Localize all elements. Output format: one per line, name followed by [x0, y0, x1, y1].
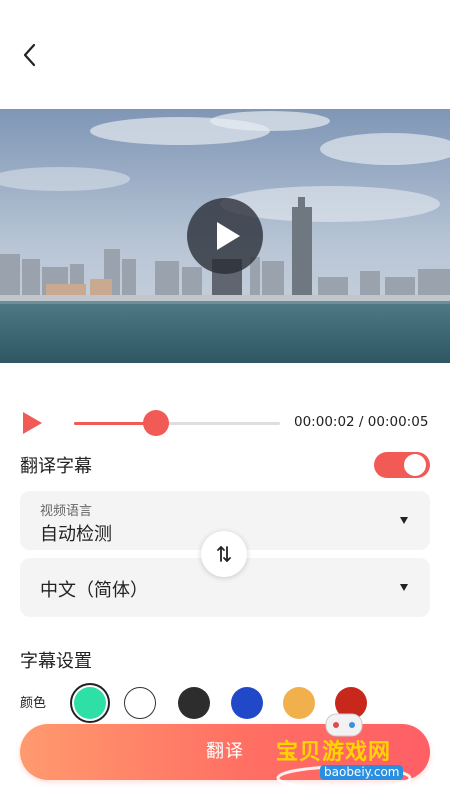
- subtitle-settings-title: 字幕设置: [20, 651, 92, 672]
- color-swatch-white[interactable]: [124, 687, 156, 719]
- back-button[interactable]: [14, 36, 48, 74]
- play-icon: [23, 412, 42, 434]
- video-play-button[interactable]: [187, 198, 263, 274]
- watermark-url: baobeiy.com: [320, 765, 404, 780]
- chevron-left-icon: [23, 43, 36, 67]
- play-icon: [217, 222, 240, 250]
- translate-subtitle-title: 翻译字幕: [20, 456, 92, 477]
- time-readout: 00:00:02 / 00:00:05: [294, 414, 428, 430]
- target-language-value: 中文（简体）: [40, 580, 148, 601]
- source-language-label: 视频语言: [40, 504, 93, 519]
- swap-vertical-icon: [217, 546, 231, 562]
- caret-down-icon: [400, 517, 408, 524]
- color-swatch-black[interactable]: [178, 687, 210, 719]
- swap-languages-button[interactable]: [201, 531, 247, 577]
- watermark-text: 宝贝游戏网: [276, 740, 392, 765]
- color-swatch-green[interactable]: [74, 687, 106, 719]
- color-swatch-blue[interactable]: [231, 687, 263, 719]
- caret-down-icon: [400, 584, 408, 591]
- total-time: 00:00:05: [367, 414, 429, 430]
- source-language-value: 自动检测: [40, 524, 112, 545]
- translate-toggle-knob[interactable]: [404, 454, 426, 476]
- current-time: 00:00:02: [294, 414, 355, 430]
- time-separator: /: [354, 414, 368, 430]
- color-label: 颜色: [20, 696, 47, 711]
- player-play-button[interactable]: [20, 410, 46, 436]
- progress-thumb[interactable]: [143, 410, 169, 436]
